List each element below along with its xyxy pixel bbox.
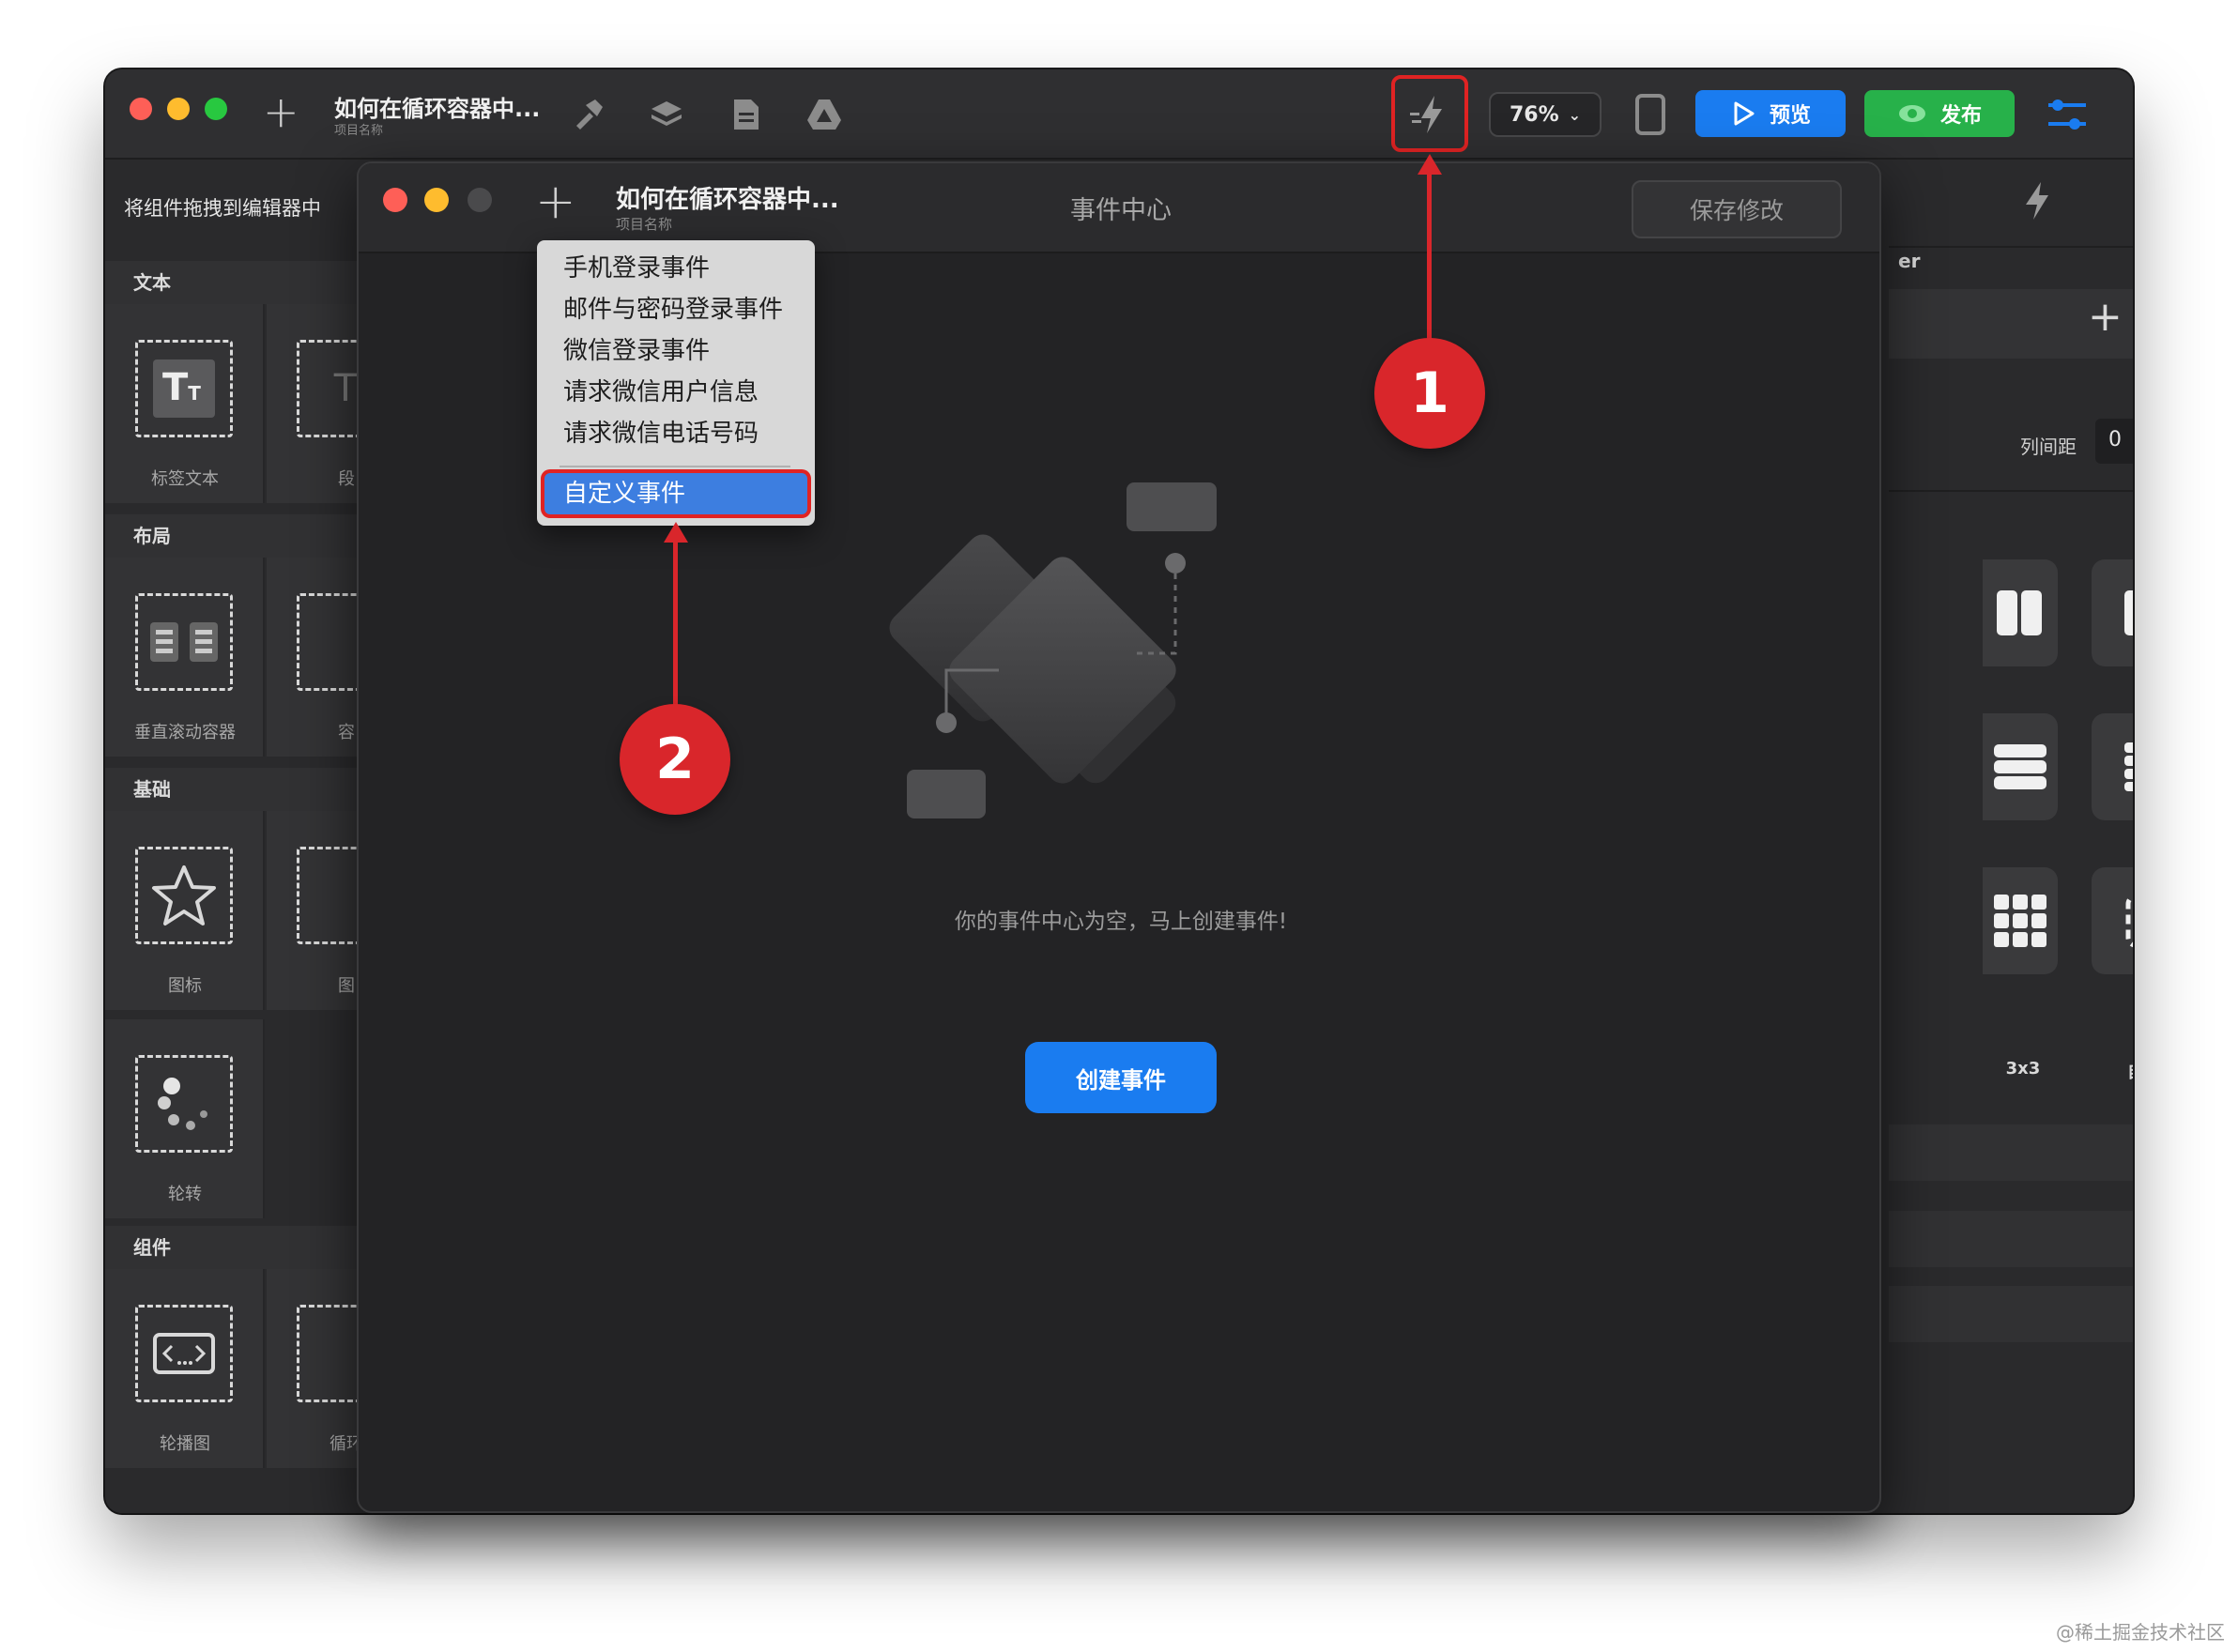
column-gap-label: 列间距 <box>2020 436 2077 458</box>
drive-icon[interactable] <box>805 96 843 133</box>
layout-3x3-label: 3x3 <box>2005 1059 2041 1078</box>
project-subtitle: 项目名称 <box>334 124 384 138</box>
preview-button[interactable]: 预览 <box>1695 90 1846 137</box>
hammer-icon[interactable] <box>569 96 606 133</box>
tile-label: 轮转 <box>168 1185 202 1204</box>
layers-icon[interactable] <box>648 96 685 133</box>
layout-1x4-icon <box>2124 742 2133 791</box>
layout-3x3-button[interactable] <box>1983 867 2058 974</box>
layout-2x1-icon <box>1997 590 2042 635</box>
annotation-arrow-1 <box>1427 165 1432 340</box>
settings-sliders-icon[interactable] <box>2046 96 2088 133</box>
lightning-tab-icon[interactable] <box>2020 180 2054 222</box>
preview-label: 预览 <box>1769 104 1811 128</box>
project-title: 如何在循环容器中... <box>334 96 541 122</box>
save-changes-button[interactable]: 保存修改 <box>1632 180 1842 238</box>
spinner-icon <box>135 1055 233 1153</box>
panel-tab-label: er <box>1898 250 1921 272</box>
annotation-arrow-2 <box>673 531 678 708</box>
menu-item-phone-login[interactable]: 手机登录事件 <box>537 248 815 289</box>
menu-divider <box>560 466 790 467</box>
tile-label: 标签文本 <box>151 469 219 489</box>
carousel-icon <box>135 1305 233 1402</box>
cube-tab-icon[interactable] <box>2129 182 2133 222</box>
events-button[interactable] <box>1391 75 1468 152</box>
empty-events-illustration <box>889 482 1217 818</box>
menu-item-custom-event[interactable]: 自定义事件 <box>544 473 807 514</box>
layout-1x3-button[interactable] <box>1983 713 2058 820</box>
device-icon[interactable] <box>1633 92 1667 137</box>
minimize-window-button[interactable] <box>167 98 190 120</box>
editor-toolbar: + 如何在循环容器中... 项目名称 76% ⌄ 预览 发布 <box>105 69 2133 160</box>
scroll-container-icon <box>135 593 233 691</box>
section-components: 组件 <box>105 1226 359 1269</box>
layout-custom-button[interactable] <box>2092 867 2133 974</box>
zoom-window-button[interactable] <box>205 98 227 120</box>
component-tile-vertical-scroll[interactable]: 垂直滚动容器 <box>105 558 265 757</box>
section-layout: 布局 <box>105 514 359 558</box>
component-tile-icon[interactable]: 图标 <box>105 811 265 1010</box>
tile-label: 图标 <box>168 976 202 996</box>
chevron-down-icon: ⌄ <box>1568 105 1582 124</box>
section-text: 文本 <box>105 261 359 304</box>
play-icon <box>1734 101 1755 126</box>
arrow-head-icon <box>1418 154 1442 175</box>
column-gap-value: 0 <box>2108 428 2122 451</box>
tile-label: 轮播图 <box>160 1434 210 1454</box>
component-sidebar: 将组件拖拽到编辑器中 文本 TT 标签文本 T 段 布局 垂直滚动容器 容 基础… <box>105 160 426 1513</box>
event-type-menu: 手机登录事件 邮件与密码登录事件 微信登录事件 请求微信用户信息 请求微信电话号… <box>537 240 815 526</box>
layout-custom-label: 自定义 <box>2092 1059 2133 1083</box>
annotation-badge-2: 2 <box>620 704 730 815</box>
empty-state-text: 你的事件中心为空，马上创建事件! <box>954 910 1288 934</box>
document-icon[interactable] <box>727 96 764 133</box>
annotation-badge-1: 1 <box>1374 338 1485 449</box>
sidebar-header: 将组件拖拽到编辑器中 <box>124 197 321 220</box>
add-icon[interactable]: + <box>2088 293 2123 341</box>
arrow-head-icon <box>664 522 688 543</box>
publish-button[interactable]: 发布 <box>1864 90 2015 137</box>
layout-3x3-icon <box>1994 895 2046 947</box>
text-icon: TT <box>135 340 233 437</box>
watermark: @稀土掘金技术社区 <box>2056 1621 2225 1644</box>
layout-2x1-button[interactable] <box>1983 559 2058 666</box>
layout-1x4-button[interactable] <box>2092 713 2133 820</box>
component-tile-carousel[interactable]: 轮播图 <box>105 1269 265 1468</box>
menu-item-email-login[interactable]: 邮件与密码登录事件 <box>537 289 815 330</box>
layout-3x1-button[interactable] <box>2092 559 2133 666</box>
zoom-select[interactable]: 76% ⌄ <box>1489 92 1602 137</box>
eye-icon <box>1898 105 1925 122</box>
publish-label: 发布 <box>1939 104 1982 128</box>
add-icon[interactable]: + <box>263 90 299 133</box>
menu-item-wechat-userinfo[interactable]: 请求微信用户信息 <box>537 372 815 413</box>
column-gap-input[interactable]: 0 PX <box>2095 419 2133 464</box>
menu-item-wechat-login[interactable]: 微信登录事件 <box>537 330 815 372</box>
tile-label: 垂直滚动容器 <box>134 723 236 742</box>
menu-item-wechat-phone[interactable]: 请求微信电话号码 <box>537 413 815 454</box>
component-tile-spinner[interactable]: 轮转 <box>105 1019 265 1218</box>
create-event-button[interactable]: 创建事件 <box>1025 1042 1217 1113</box>
layout-custom-icon <box>2125 894 2133 948</box>
star-icon <box>135 847 233 944</box>
layout-3x1-icon <box>2124 590 2133 635</box>
section-basic: 基础 <box>105 768 359 811</box>
property-panel: er + 列间距 0 PX 2x1 3x1 1x3 1x4 3x3 <box>1889 160 2133 1513</box>
close-window-button[interactable] <box>130 98 152 120</box>
layout-1x3-icon <box>1994 744 2046 789</box>
lightning-icon <box>1410 96 1442 133</box>
component-tile-label-text[interactable]: TT 标签文本 <box>105 304 265 503</box>
zoom-value: 76% <box>1509 102 1559 127</box>
